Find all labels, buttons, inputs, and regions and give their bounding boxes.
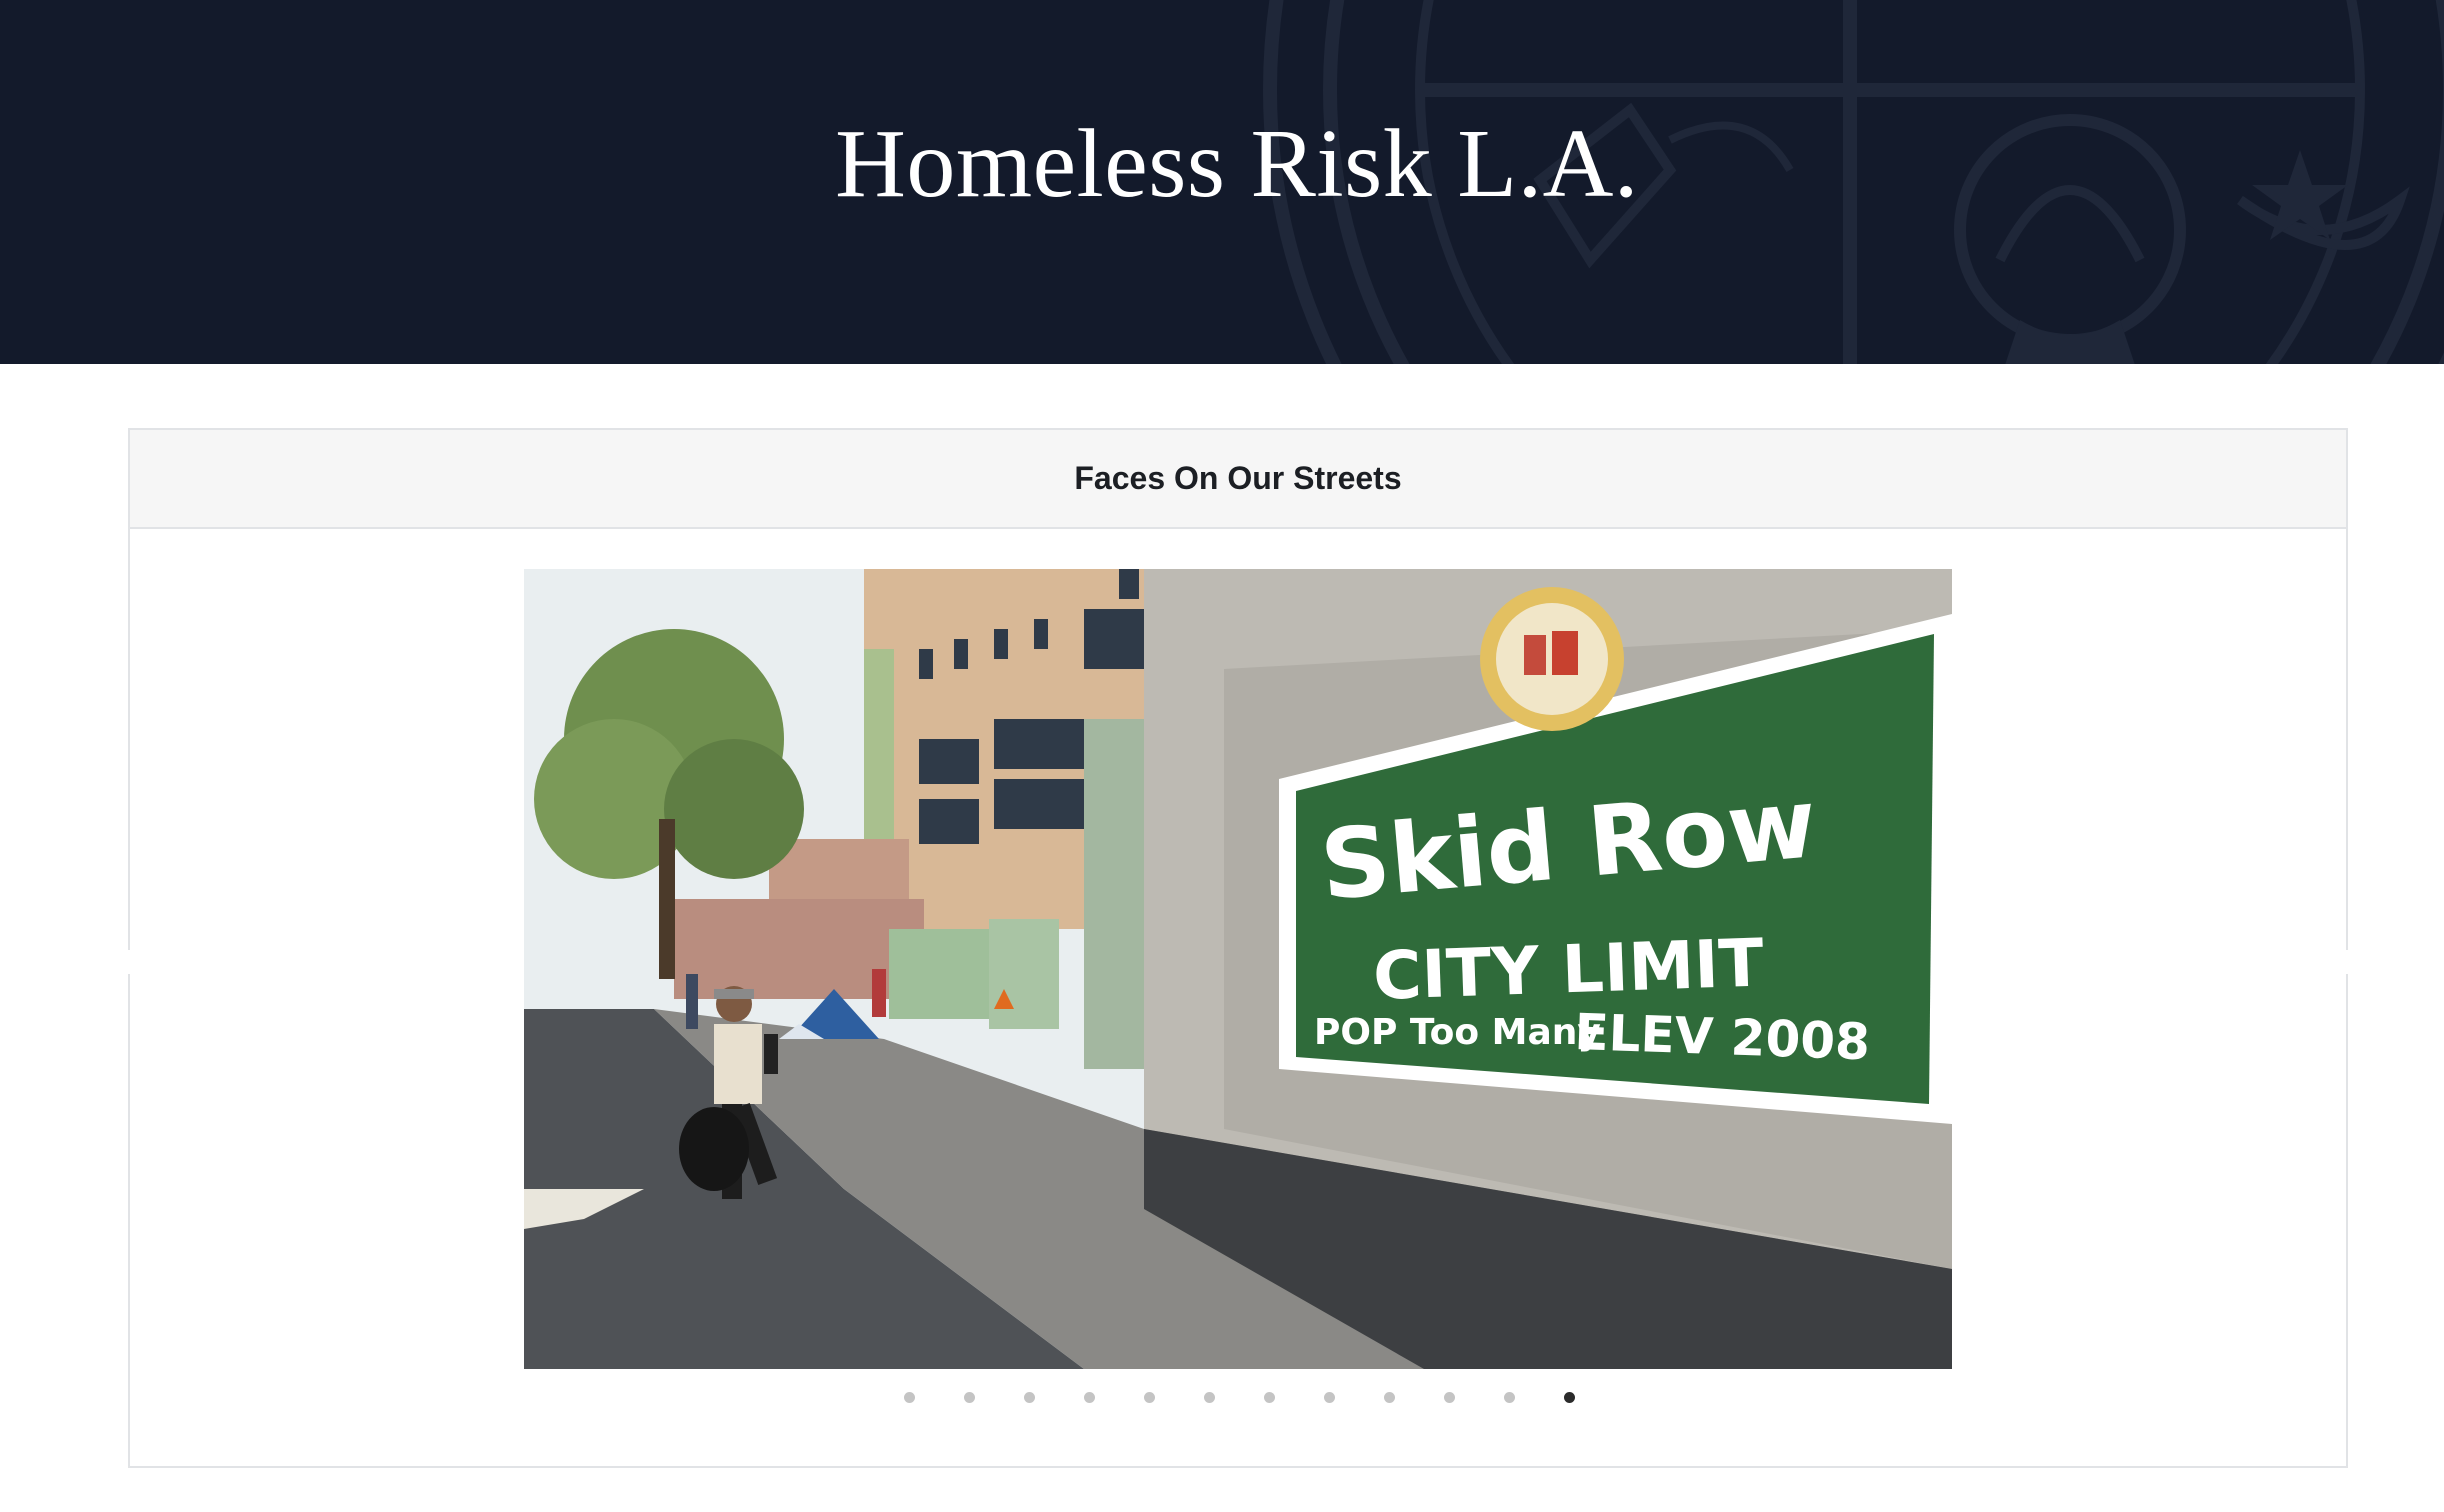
sign-text-elev: ELEV 2008 (1574, 1003, 1871, 1071)
faces-carousel-card: Faces On Our Streets Skid Row CITY LIMIT… (126, 428, 2350, 1468)
site-title: Homeless Risk L.A. (835, 110, 1639, 218)
carousel-indicator-12[interactable] (1564, 1392, 1575, 1403)
carousel-indicator-9[interactable] (1384, 1392, 1395, 1403)
sign-text-line2: CITY LIMIT (1372, 924, 1765, 1015)
carousel-indicator-5[interactable] (1144, 1392, 1155, 1403)
carousel-indicator-3[interactable] (1024, 1392, 1035, 1403)
carousel-indicator-6[interactable] (1204, 1392, 1215, 1403)
carousel-indicator-11[interactable] (1504, 1392, 1515, 1403)
card-header: Faces On Our Streets (130, 430, 2346, 529)
card-title: Faces On Our Streets (1074, 460, 1402, 496)
carousel-indicator-4[interactable] (1084, 1392, 1095, 1403)
carousel-slide-image: Skid Row CITY LIMIT POP Too Many ELEV 20… (524, 569, 1952, 1369)
sign-text-pop: POP Too Many (1314, 1012, 1601, 1053)
carousel-indicator-8[interactable] (1324, 1392, 1335, 1403)
skid-row-street-photo: Skid Row CITY LIMIT POP Too Many ELEV 20… (524, 569, 1952, 1369)
carousel-indicator-1[interactable] (904, 1392, 915, 1403)
carousel-indicator-2[interactable] (964, 1392, 975, 1403)
carousel-indicators (130, 1392, 2346, 1416)
carousel-indicator-7[interactable] (1264, 1392, 1275, 1403)
site-header: Homeless Risk L.A. (0, 0, 2444, 364)
carousel-next-control[interactable] (2344, 950, 2350, 974)
carousel-prev-control[interactable] (126, 950, 132, 974)
carousel-indicator-10[interactable] (1444, 1392, 1455, 1403)
